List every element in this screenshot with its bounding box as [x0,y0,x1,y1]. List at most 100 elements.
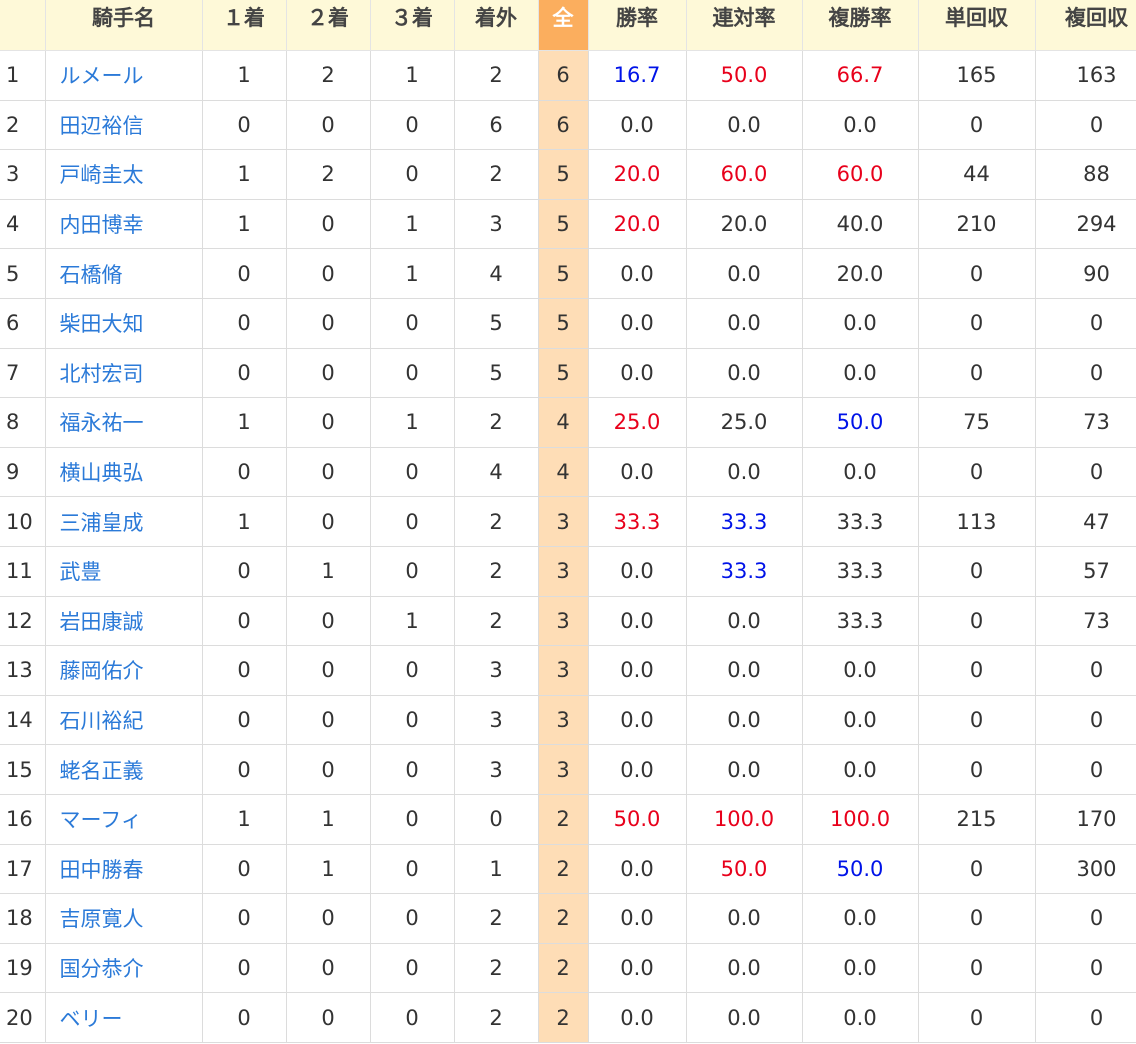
third-count-cell: 0 [370,496,455,547]
show-return-cell: 73 [1035,397,1136,448]
jockey-name-link[interactable]: ルメール [60,64,144,88]
third-count-cell: 0 [370,645,455,696]
first-count-cell: 0 [202,943,287,994]
jockey-name-link[interactable]: 石橋脩 [60,263,123,287]
header-second[interactable]: ２着 [286,0,371,51]
rank-cell: 17 [0,844,46,895]
rank-cell: 11 [0,546,46,597]
table-row: 16 マーフィ 1 1 0 0 2 50.0 100.0 100.0 215 170 [0,794,1136,845]
jockey-name-link[interactable]: 北村宏司 [60,362,144,386]
rank-cell: 1 [0,50,46,101]
header-first[interactable]: １着 [202,0,287,51]
jockey-name-link[interactable]: 柴田大知 [60,312,144,336]
table-row: 15 蛯名正義 0 0 0 3 3 0.0 0.0 0.0 0 0 [0,744,1136,795]
header-show-rate[interactable]: 複勝率 [802,0,919,51]
total-count-cell: 2 [538,992,589,1043]
jockey-name-link[interactable]: 岩田康誠 [60,610,144,634]
first-count-cell: 0 [202,298,287,349]
first-count-cell: 1 [202,50,287,101]
second-count-cell: 0 [286,298,371,349]
rank-cell: 4 [0,199,46,250]
jockey-name-cell: 福永祐一 [45,397,203,448]
table-row: 3 戸崎圭太 1 2 0 2 5 20.0 60.0 60.0 44 88 [0,149,1136,200]
second-count-cell: 0 [286,100,371,151]
header-jockey-name[interactable]: 騎手名 [45,0,203,51]
header-out[interactable]: 着外 [454,0,539,51]
win-return-cell: 0 [918,992,1036,1043]
jockey-name-link[interactable]: ベリー [60,1007,123,1031]
jockey-name-link[interactable]: マーフィ [60,808,142,832]
place-rate-cell: 0.0 [686,248,803,299]
header-show-return[interactable]: 複回収 [1035,0,1136,51]
show-rate-cell: 50.0 [802,397,919,448]
table-row: 12 岩田康誠 0 0 1 2 3 0.0 0.0 33.3 0 73 [0,596,1136,647]
jockey-name-link[interactable]: 国分恭介 [60,957,144,981]
show-rate-cell: 0.0 [802,943,919,994]
win-return-cell: 0 [918,100,1036,151]
out-count-cell: 2 [454,943,539,994]
jockey-name-link[interactable]: 田辺裕信 [60,114,144,138]
jockey-name-cell: 横山典弘 [45,447,203,498]
header-row: 騎手名 １着 ２着 ３着 着外 全 勝率 連対率 複勝率 単回収 複回収 [0,0,1136,51]
rank-cell: 20 [0,992,46,1043]
first-count-cell: 0 [202,596,287,647]
show-return-cell: 300 [1035,844,1136,895]
out-count-cell: 2 [454,546,539,597]
place-rate-cell: 0.0 [686,100,803,151]
jockey-name-link[interactable]: 藤岡佑介 [60,659,144,683]
third-count-cell: 0 [370,893,455,944]
show-return-cell: 0 [1035,893,1136,944]
jockey-name-cell: 田中勝春 [45,844,203,895]
table-row: 8 福永祐一 1 0 1 2 4 25.0 25.0 50.0 75 73 [0,397,1136,448]
total-count-cell: 5 [538,348,589,399]
first-count-cell: 0 [202,447,287,498]
third-count-cell: 0 [370,546,455,597]
win-return-cell: 0 [918,596,1036,647]
jockey-name-link[interactable]: 横山典弘 [60,461,144,485]
jockey-name-link[interactable]: 内田博幸 [60,213,144,237]
second-count-cell: 1 [286,546,371,597]
jockey-name-cell: 藤岡佑介 [45,645,203,696]
first-count-cell: 0 [202,100,287,151]
total-count-cell: 2 [538,943,589,994]
total-count-cell: 6 [538,100,589,151]
rank-cell: 9 [0,447,46,498]
win-rate-cell: 0.0 [588,645,687,696]
place-rate-cell: 100.0 [686,794,803,845]
header-place-rate[interactable]: 連対率 [686,0,803,51]
show-rate-cell: 50.0 [802,844,919,895]
header-total[interactable]: 全 [538,0,589,51]
total-count-cell: 3 [538,496,589,547]
header-win-rate[interactable]: 勝率 [588,0,687,51]
show-return-cell: 57 [1035,546,1136,597]
jockey-name-cell: 田辺裕信 [45,100,203,151]
show-return-cell: 88 [1035,149,1136,200]
place-rate-cell: 0.0 [686,645,803,696]
header-third[interactable]: ３着 [370,0,455,51]
place-rate-cell: 0.0 [686,348,803,399]
place-rate-cell: 0.0 [686,447,803,498]
jockey-name-link[interactable]: 蛯名正義 [60,759,144,783]
place-rate-cell: 0.0 [686,943,803,994]
show-rate-cell: 33.3 [802,496,919,547]
header-win-return[interactable]: 単回収 [918,0,1036,51]
rank-cell: 19 [0,943,46,994]
jockey-name-link[interactable]: 三浦皇成 [60,511,144,535]
jockey-name-cell: 国分恭介 [45,943,203,994]
out-count-cell: 4 [454,248,539,299]
table-row: 5 石橋脩 0 0 1 4 5 0.0 0.0 20.0 0 90 [0,248,1136,299]
jockey-name-link[interactable]: 石川裕紀 [60,709,144,733]
show-rate-cell: 60.0 [802,149,919,200]
jockey-name-link[interactable]: 戸崎圭太 [60,163,144,187]
jockey-name-link[interactable]: 吉原寛人 [60,907,144,931]
jockey-name-link[interactable]: 福永祐一 [60,411,144,435]
jockey-name-link[interactable]: 武豊 [60,560,102,584]
show-return-cell: 73 [1035,596,1136,647]
place-rate-cell: 0.0 [686,596,803,647]
show-rate-cell: 66.7 [802,50,919,101]
header-rank [0,0,46,51]
third-count-cell: 0 [370,149,455,200]
jockey-name-link[interactable]: 田中勝春 [60,858,144,882]
jockey-name-cell: ルメール [45,50,203,101]
jockey-name-cell: 柴田大知 [45,298,203,349]
